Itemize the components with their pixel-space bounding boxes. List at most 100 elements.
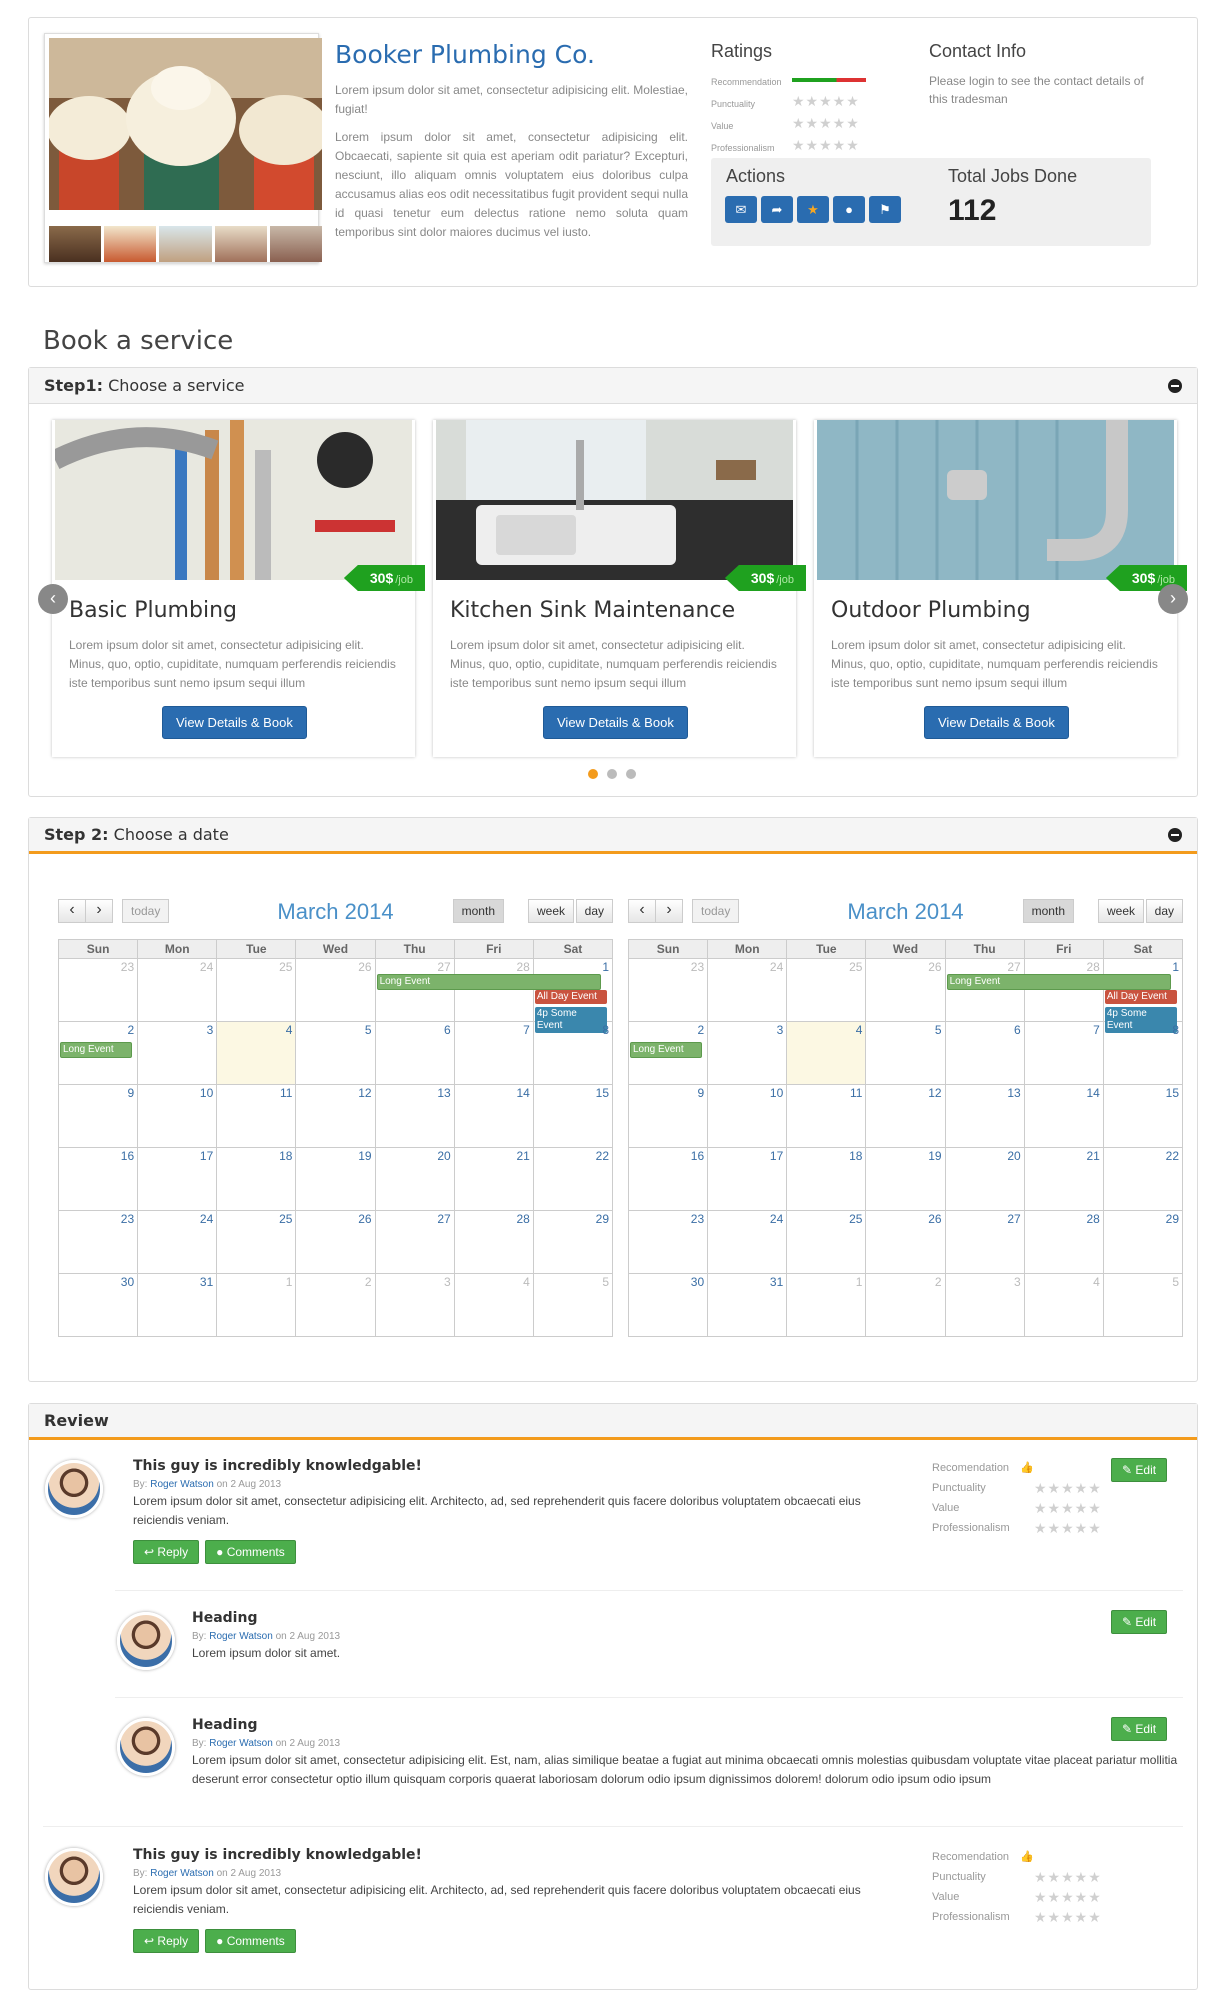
day-cell[interactable]: 24: [137, 958, 218, 1022]
week-view-button[interactable]: week: [1097, 899, 1144, 923]
envelope-icon[interactable]: ✉: [725, 196, 757, 223]
reply-button[interactable]: ↩ Reply: [133, 1540, 200, 1564]
carousel-prev-icon[interactable]: ‹: [38, 584, 68, 614]
carousel-next-icon[interactable]: ›: [1158, 584, 1188, 614]
day-cell[interactable]: 31: [707, 1273, 788, 1337]
day-cell[interactable]: 29: [532, 1210, 614, 1274]
day-cell[interactable]: 15: [1102, 1084, 1184, 1148]
day-cell[interactable]: 24: [707, 1210, 788, 1274]
day-cell[interactable]: 17: [137, 1147, 218, 1211]
day-cell[interactable]: 10: [137, 1084, 218, 1148]
day-cell[interactable]: 23: [57, 958, 139, 1022]
author-link[interactable]: Roger Watson: [209, 1738, 273, 1749]
calendar-event[interactable]: All Day Event: [534, 990, 607, 1004]
day-cell[interactable]: 2 Long Event: [627, 1021, 709, 1085]
thumbnail[interactable]: [104, 226, 157, 262]
day-cell[interactable]: 23: [57, 1210, 139, 1274]
thumbnail[interactable]: [159, 226, 212, 262]
day-cell[interactable]: 4: [1023, 1273, 1104, 1337]
day-cell[interactable]: 1: [786, 1273, 867, 1337]
day-cell[interactable]: 20: [374, 1147, 455, 1211]
day-cell[interactable]: 6: [944, 1021, 1025, 1085]
comment-icon[interactable]: ●: [833, 196, 865, 223]
week-view-button[interactable]: week: [527, 899, 574, 923]
day-cell[interactable]: 1 All Day Event 4p Some Event: [1102, 958, 1184, 1033]
day-cell[interactable]: 13: [374, 1084, 455, 1148]
day-cell[interactable]: 26: [865, 1210, 946, 1274]
star-icon[interactable]: ★: [797, 196, 829, 223]
day-cell[interactable]: 5: [865, 1021, 946, 1085]
day-cell[interactable]: 27: [944, 1210, 1025, 1274]
view-details-book-button[interactable]: View Details & Book: [162, 706, 307, 739]
day-cell[interactable]: 8: [1102, 1021, 1184, 1085]
day-cell[interactable]: 23: [627, 1210, 709, 1274]
day-cell[interactable]: 6: [374, 1021, 455, 1085]
day-cell[interactable]: 4: [216, 1021, 297, 1085]
day-cell[interactable]: 5: [1102, 1273, 1184, 1337]
flag-icon[interactable]: ⚑: [869, 196, 901, 223]
reply-button[interactable]: ↩ Reply: [133, 1929, 200, 1953]
view-details-book-button[interactable]: View Details & Book: [543, 706, 688, 739]
day-cell[interactable]: 15: [532, 1084, 614, 1148]
day-cell[interactable]: 28: [1023, 1210, 1104, 1274]
day-cell[interactable]: 30: [627, 1273, 709, 1337]
month-view-button[interactable]: month: [1022, 899, 1074, 923]
day-cell[interactable]: 18: [786, 1147, 867, 1211]
day-cell[interactable]: 25: [786, 958, 867, 1022]
day-cell[interactable]: 2 Long Event: [57, 1021, 139, 1085]
day-cell[interactable]: 25: [216, 958, 297, 1022]
day-view-button[interactable]: day: [1145, 899, 1183, 923]
day-cell[interactable]: 4: [453, 1273, 534, 1337]
day-cell[interactable]: 25: [786, 1210, 867, 1274]
comments-button[interactable]: ● Comments: [205, 1540, 296, 1564]
edit-button[interactable]: ✎ Edit: [1111, 1717, 1168, 1741]
day-cell[interactable]: 22: [1102, 1147, 1184, 1211]
day-cell[interactable]: 18: [216, 1147, 297, 1211]
edit-button[interactable]: ✎ Edit: [1111, 1610, 1168, 1634]
day-cell[interactable]: 14: [453, 1084, 534, 1148]
day-cell[interactable]: 28: [1023, 958, 1104, 1022]
calendar-event[interactable]: Long Event: [630, 1042, 702, 1058]
comments-button[interactable]: ● Comments: [205, 1929, 296, 1953]
day-cell[interactable]: 26: [295, 958, 376, 1022]
day-cell[interactable]: 21: [453, 1147, 534, 1211]
day-cell[interactable]: 3: [944, 1273, 1025, 1337]
day-cell[interactable]: 1: [216, 1273, 297, 1337]
day-cell[interactable]: 7: [453, 1021, 534, 1085]
day-cell[interactable]: 25: [216, 1210, 297, 1274]
author-link[interactable]: Roger Watson: [150, 1868, 214, 1879]
day-cell[interactable]: 24: [707, 958, 788, 1022]
collapse-icon[interactable]: [1168, 378, 1182, 393]
day-cell[interactable]: 14: [1023, 1084, 1104, 1148]
day-cell[interactable]: 8: [532, 1021, 614, 1085]
author-link[interactable]: Roger Watson: [150, 1479, 214, 1490]
day-cell[interactable]: 27 Long Event: [374, 958, 601, 1022]
day-cell[interactable]: 11: [786, 1084, 867, 1148]
carousel-dot[interactable]: [607, 769, 617, 779]
view-details-book-button[interactable]: View Details & Book: [924, 706, 1069, 739]
day-cell[interactable]: 17: [707, 1147, 788, 1211]
carousel-dot-active[interactable]: [588, 769, 598, 779]
day-cell[interactable]: 5: [295, 1021, 376, 1085]
day-cell[interactable]: 3: [707, 1021, 788, 1085]
calendar-event[interactable]: Long Event: [60, 1042, 132, 1058]
day-cell[interactable]: 2: [295, 1273, 376, 1337]
day-cell[interactable]: 9: [57, 1084, 139, 1148]
day-cell[interactable]: 13: [944, 1084, 1025, 1148]
day-cell[interactable]: 3: [137, 1021, 218, 1085]
day-cell[interactable]: 29: [1102, 1210, 1184, 1274]
day-view-button[interactable]: day: [575, 899, 613, 923]
day-cell[interactable]: 4: [786, 1021, 867, 1085]
day-cell[interactable]: 22: [532, 1147, 614, 1211]
day-cell[interactable]: 27: [374, 1210, 455, 1274]
day-cell[interactable]: 7: [1023, 1021, 1104, 1085]
day-cell[interactable]: 23: [627, 958, 709, 1022]
day-cell[interactable]: 24: [137, 1210, 218, 1274]
calendar-event[interactable]: All Day Event: [1104, 990, 1177, 1004]
day-cell[interactable]: 26: [295, 1210, 376, 1274]
month-view-button[interactable]: month: [452, 899, 504, 923]
day-cell[interactable]: 27 Long Event: [944, 958, 1171, 1022]
day-cell[interactable]: 5: [532, 1273, 614, 1337]
thumbnail[interactable]: [214, 226, 267, 262]
thumbnail[interactable]: [269, 226, 323, 262]
